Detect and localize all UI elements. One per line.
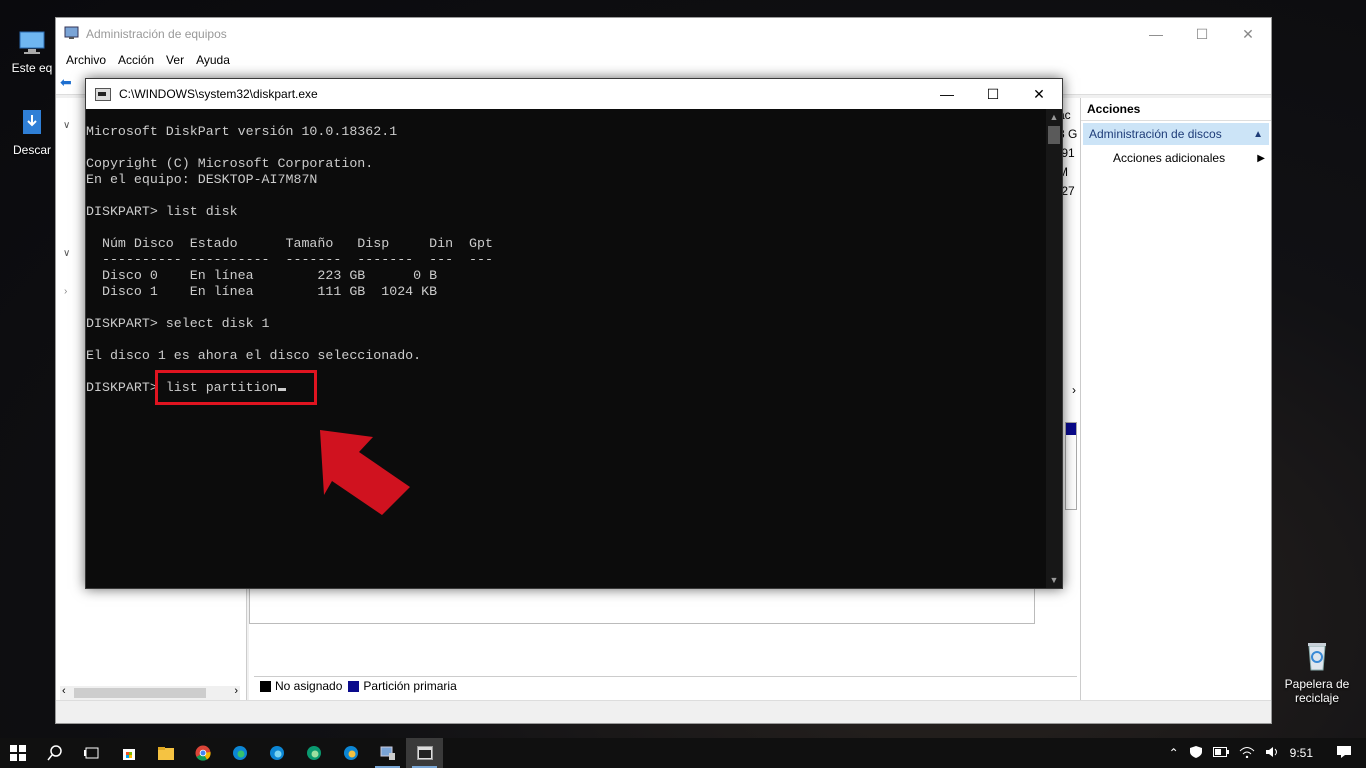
volume-icon[interactable] bbox=[1265, 746, 1279, 761]
collapse-up-icon[interactable]: ▲ bbox=[1253, 129, 1263, 140]
edge-beta-icon[interactable] bbox=[258, 738, 295, 768]
submenu-arrow-icon: ▶ bbox=[1257, 152, 1265, 164]
mmc-app-icon bbox=[64, 25, 80, 44]
menu-archivo[interactable]: Archivo bbox=[66, 53, 106, 67]
actions-pane: Acciones Administración de discos ▲ Acci… bbox=[1080, 98, 1271, 704]
console-history: Microsoft DiskPart versión 10.0.18362.1 … bbox=[86, 124, 493, 363]
legend-swatch-primary bbox=[348, 680, 360, 692]
menu-accion[interactable]: Acción bbox=[118, 53, 154, 67]
diskpart-console-window[interactable]: C:\WINDOWS\system32\diskpart.exe — ☐ ✕ M… bbox=[85, 78, 1063, 589]
menu-ver[interactable]: Ver bbox=[166, 53, 184, 67]
disk-bar-peek bbox=[1065, 422, 1077, 510]
battery-icon[interactable] bbox=[1212, 746, 1229, 760]
edge-icon[interactable] bbox=[221, 738, 258, 768]
console-prompt: DISKPART> bbox=[86, 380, 166, 395]
console-titlebar[interactable]: C:\WINDOWS\system32\diskpart.exe — ☐ ✕ bbox=[86, 79, 1062, 109]
legend-swatch-unallocated bbox=[260, 680, 271, 692]
store-icon[interactable] bbox=[110, 738, 147, 768]
security-shield-icon[interactable] bbox=[1189, 745, 1203, 762]
edge-canary-icon[interactable] bbox=[332, 738, 369, 768]
mmc-title: Administración de equipos bbox=[86, 27, 227, 41]
edge-dev-icon[interactable] bbox=[295, 738, 332, 768]
system-tray: ⌃ 9:51 bbox=[1164, 738, 1366, 768]
scroll-down-icon[interactable]: ▼ bbox=[1046, 572, 1062, 588]
close-button[interactable]: ✕ bbox=[1016, 79, 1062, 109]
desktop-icon-label: Papelera de reciclaje bbox=[1284, 677, 1350, 705]
maximize-button[interactable]: ☐ bbox=[1179, 18, 1225, 50]
highlight-box bbox=[155, 370, 317, 405]
windows-start-icon[interactable] bbox=[0, 738, 36, 768]
scroll-up-icon[interactable]: ▲ bbox=[1046, 109, 1062, 125]
download-shortcut-icon bbox=[2, 108, 62, 141]
search-icon[interactable] bbox=[36, 738, 73, 768]
taskbar: ⌃ 9:51 bbox=[0, 738, 1366, 768]
scroll-right-icon[interactable]: › bbox=[234, 685, 238, 697]
actions-item-label: Acciones adicionales bbox=[1113, 151, 1226, 165]
pointer-arrow-icon bbox=[320, 430, 410, 515]
back-arrow-icon[interactable]: ⬅ bbox=[60, 74, 72, 91]
wifi-icon[interactable] bbox=[1239, 746, 1255, 761]
notifications-icon[interactable] bbox=[1336, 745, 1352, 762]
actions-additional[interactable]: Acciones adicionales ▶ bbox=[1081, 147, 1271, 169]
legend-label: Partición primaria bbox=[363, 679, 457, 693]
chrome-icon[interactable] bbox=[184, 738, 221, 768]
console-icon bbox=[95, 87, 111, 101]
task-view-icon[interactable] bbox=[73, 738, 110, 768]
chevron-up-icon[interactable]: ⌃ bbox=[1169, 746, 1179, 760]
desktop-icon-label: Este eq bbox=[11, 61, 53, 75]
legend-label: No asignado bbox=[275, 679, 343, 693]
console-taskbar-icon[interactable] bbox=[406, 738, 443, 768]
mmc-menubar: Archivo Acción Ver Ayuda bbox=[56, 50, 1271, 70]
vertical-scrollbar[interactable]: ▲ ▼ bbox=[1046, 109, 1062, 588]
actions-selected-label: Administración de discos bbox=[1089, 127, 1222, 141]
console-output[interactable]: Microsoft DiskPart versión 10.0.18362.1 … bbox=[86, 109, 1046, 588]
disk-legend: No asignado Partición primaria bbox=[254, 676, 1077, 695]
mmc-titlebar[interactable]: Administración de equipos — ☐ ✕ bbox=[56, 18, 1271, 50]
scroll-right-icon[interactable]: › bbox=[1072, 383, 1076, 397]
recycle-bin-icon bbox=[1277, 640, 1357, 675]
actions-header: Acciones bbox=[1081, 98, 1271, 121]
computer-icon bbox=[2, 30, 62, 59]
scrollbar-thumb[interactable] bbox=[1048, 126, 1060, 144]
console-title: C:\WINDOWS\system32\diskpart.exe bbox=[119, 87, 318, 101]
desktop-icon-this-pc[interactable]: Este eq bbox=[2, 30, 62, 75]
tree-expand-icon[interactable]: ∨ bbox=[63, 248, 70, 259]
scrollbar-thumb[interactable] bbox=[74, 688, 206, 698]
actions-disk-management[interactable]: Administración de discos ▲ bbox=[1083, 123, 1269, 145]
clock[interactable]: 9:51 bbox=[1290, 746, 1313, 760]
tree-collapse-icon[interactable]: › bbox=[64, 286, 67, 297]
minimize-button[interactable]: — bbox=[924, 79, 970, 109]
close-button[interactable]: ✕ bbox=[1225, 18, 1271, 50]
computer-management-icon[interactable] bbox=[369, 738, 406, 768]
desktop-icon-downloads[interactable]: Descar bbox=[2, 108, 62, 157]
scroll-left-icon[interactable]: ‹ bbox=[62, 685, 66, 697]
menu-ayuda[interactable]: Ayuda bbox=[196, 53, 230, 67]
maximize-button[interactable]: ☐ bbox=[970, 79, 1016, 109]
console-text: Microsoft DiskPart versión 10.0.18362.1 … bbox=[86, 124, 493, 396]
mmc-statusbar bbox=[56, 700, 1271, 723]
desktop-icon-label: Descar bbox=[12, 143, 51, 157]
horizontal-scrollbar[interactable]: ‹ › bbox=[60, 685, 240, 700]
desktop-icon-recycle-bin[interactable]: Papelera de reciclaje bbox=[1277, 640, 1357, 705]
minimize-button[interactable]: — bbox=[1133, 18, 1179, 50]
tree-expand-icon[interactable]: ∨ bbox=[63, 120, 70, 131]
file-explorer-icon[interactable] bbox=[147, 738, 184, 768]
